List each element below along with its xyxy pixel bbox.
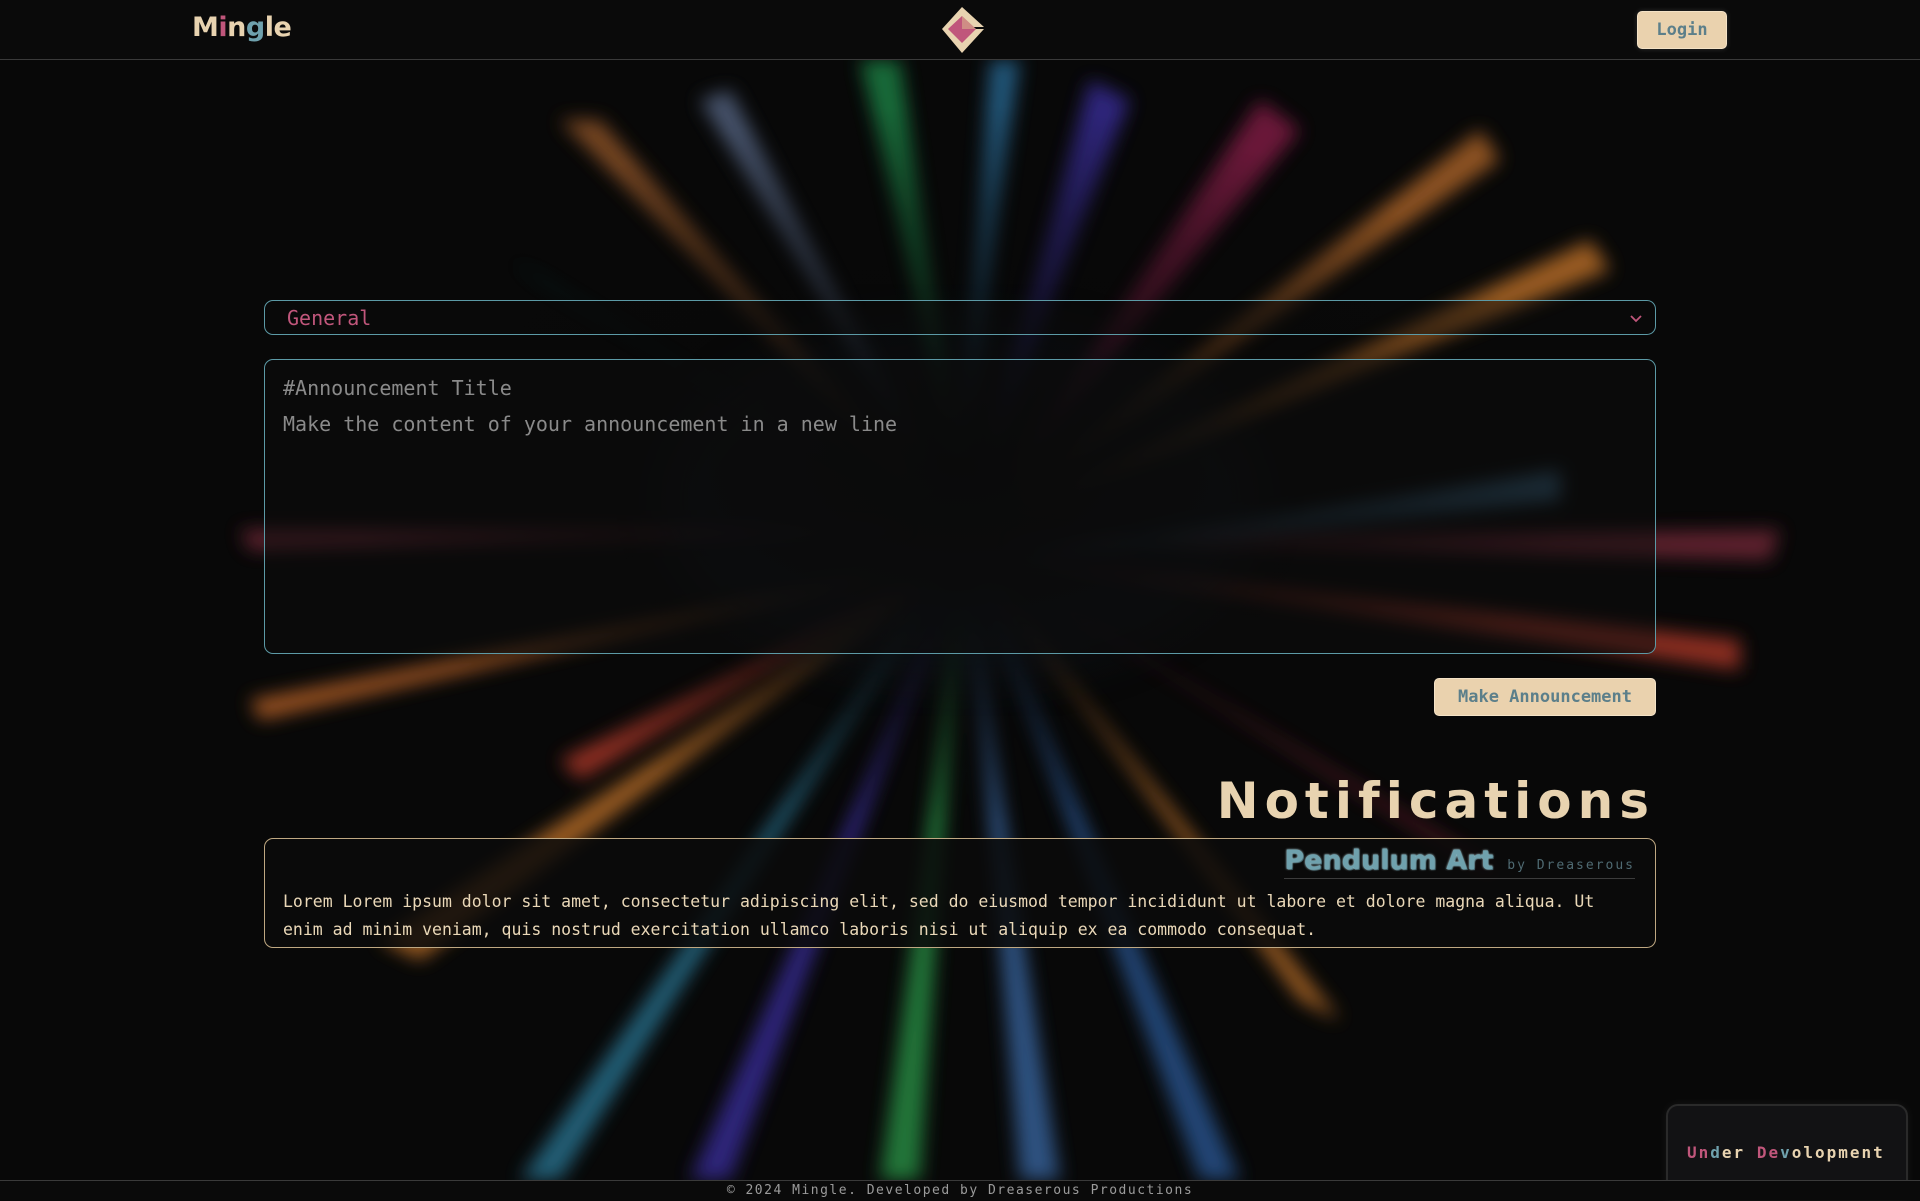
top-navbar: Mingle Login xyxy=(0,0,1920,60)
body-placeholder: Make the content of your announcement in… xyxy=(283,412,898,436)
footer-copyright: © 2024 Mingle. Developed by Dreaserous P… xyxy=(0,1180,1920,1200)
announcement-textarea[interactable]: #Announcement Title Make the content of … xyxy=(264,359,1656,654)
category-select[interactable]: General xyxy=(264,300,1656,335)
brand-letter: g xyxy=(245,12,265,43)
brand-letter: le xyxy=(264,12,292,43)
chevron-down-icon xyxy=(1629,310,1643,324)
notification-card[interactable]: Pendulum Art by Dreaserous Lorem Lorem i… xyxy=(264,838,1656,948)
notification-author: by Dreaserous xyxy=(1507,858,1635,873)
announcement-page: General #Announcement Title Make the con… xyxy=(0,0,1920,1200)
category-selected-value: General xyxy=(287,306,372,330)
brand-letter: M xyxy=(192,12,219,43)
notification-title: Pendulum Art xyxy=(1284,845,1494,876)
brand-wordmark[interactable]: Mingle xyxy=(192,12,292,43)
notification-body: Lorem Lorem ipsum dolor sit amet, consec… xyxy=(283,892,1595,939)
brand-letter: n xyxy=(227,12,246,43)
notifications-heading: Notifications xyxy=(1216,772,1655,830)
notification-meta: Pendulum Art by Dreaserous xyxy=(1284,845,1635,879)
diamond-logo-icon[interactable] xyxy=(934,5,990,55)
brand-letter: i xyxy=(218,12,228,43)
login-button[interactable]: Login xyxy=(1637,11,1727,49)
title-placeholder: #Announcement Title xyxy=(283,376,512,400)
make-announcement-button[interactable]: Make Announcement xyxy=(1434,678,1656,716)
